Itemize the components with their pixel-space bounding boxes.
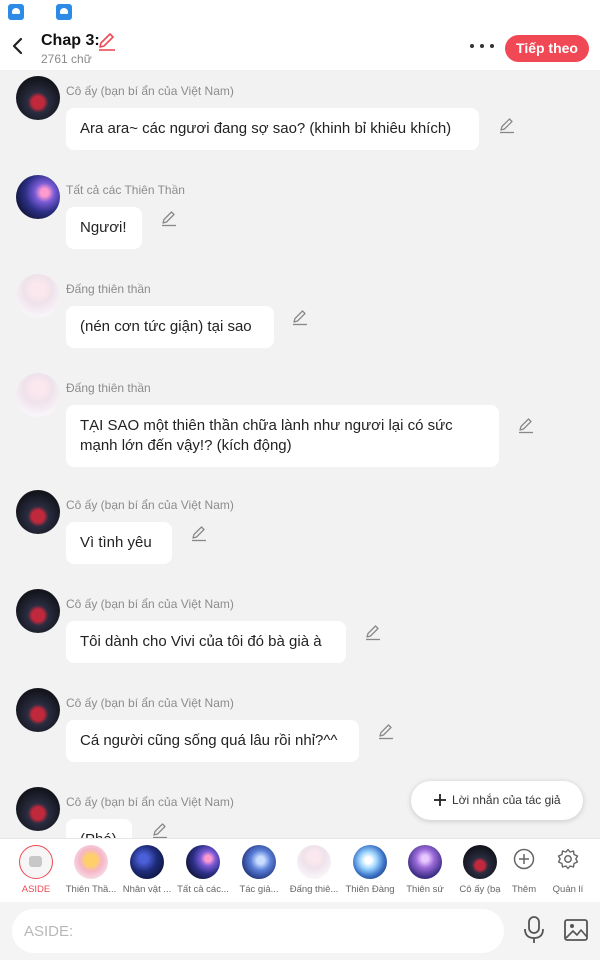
message-bubble[interactable]: TẠI SAO một thiên thần chữa lành như ngư… (66, 405, 499, 467)
status-bar (0, 0, 600, 24)
avatar (186, 845, 220, 879)
character-selector: ASIDE Thiên Thầ... Nhân vật ... Tất cả c… (0, 838, 600, 902)
edit-pencil-icon[interactable] (160, 209, 178, 227)
app-notification-icon (8, 4, 24, 20)
avatar[interactable] (16, 373, 60, 417)
character-label: Tác giả... (239, 884, 279, 895)
edit-pencil-icon[interactable] (364, 623, 382, 641)
character-item[interactable]: Thiên Thầ... (63, 845, 119, 901)
aside-icon (19, 845, 53, 879)
sender-name: Tất cả các Thiên Thần (66, 183, 185, 197)
character-label: Đấng thiê... (289, 884, 339, 895)
avatar (408, 845, 442, 879)
avatar[interactable] (16, 688, 60, 732)
edit-pencil-icon[interactable] (190, 524, 208, 542)
character-aside[interactable]: ASIDE (8, 845, 64, 901)
sender-name: Cô ấy (bạn bí ẩn của Việt Nam) (66, 795, 234, 809)
edit-pencil-icon[interactable] (151, 821, 169, 838)
avatar (242, 845, 276, 879)
character-label: ASIDE (21, 884, 51, 895)
back-arrow-icon[interactable] (8, 34, 28, 58)
avatar[interactable] (16, 175, 60, 219)
manage-characters-button[interactable]: Quản lí (540, 845, 596, 901)
avatar (353, 845, 387, 879)
plus-icon (434, 794, 446, 806)
message-bubble[interactable]: (Phá) (66, 819, 132, 838)
edit-pencil-icon[interactable] (291, 308, 309, 326)
avatar[interactable] (16, 589, 60, 633)
character-item[interactable]: Thiên Đàng (342, 845, 398, 901)
app-notification-icon (56, 4, 72, 20)
avatar (130, 845, 164, 879)
message-bubble[interactable]: Ara ara~ các ngươi đang sợ sao? (khinh b… (66, 108, 479, 150)
character-label: Thiên Đàng (345, 884, 395, 895)
character-item[interactable]: Nhân vật ... (119, 845, 175, 901)
edit-pencil-icon[interactable] (498, 116, 516, 134)
more-options-icon[interactable] (466, 36, 498, 56)
avatar[interactable] (16, 490, 60, 534)
chat-list[interactable]: Cô ấy (bạn bí ẩn của Việt Nam) Ara ara~ … (0, 70, 600, 838)
edit-pencil-icon[interactable] (96, 30, 118, 52)
character-label: Nhân vật ... (122, 884, 172, 895)
character-item[interactable]: Đấng thiê... (286, 845, 342, 901)
character-item[interactable]: Tác giả... (231, 845, 287, 901)
edit-pencil-icon[interactable] (377, 722, 395, 740)
message-bubble[interactable]: Ngươi! (66, 207, 142, 249)
character-label: Thiên sứ (406, 884, 444, 895)
message-input[interactable] (12, 909, 504, 953)
character-label: Tất cả các... (177, 884, 229, 895)
sender-name: Đấng thiên thần (66, 282, 151, 296)
character-item[interactable]: Thiên sứ (397, 845, 453, 901)
message-bubble[interactable]: (nén cơn tức giận) tại sao (66, 306, 274, 348)
avatar[interactable] (16, 76, 60, 120)
sender-name: Cô ấy (bạn bí ẩn của Việt Nam) (66, 498, 234, 512)
add-circle-icon (513, 848, 535, 870)
avatar (297, 845, 331, 879)
top-bar: Chap 3: 2761 chữ Tiếp theo (0, 24, 600, 70)
manage-label: Quản lí (552, 884, 584, 895)
gear-icon (557, 848, 579, 870)
word-count: 2761 chữ (41, 52, 92, 66)
message-bubble[interactable]: Tôi dành cho Vivi của tôi đó bà già à (66, 621, 346, 663)
edit-pencil-icon[interactable] (517, 416, 535, 434)
message-bubble[interactable]: Vì tình yêu (66, 522, 172, 564)
character-label: Thiên Thầ... (65, 884, 117, 895)
avatar (463, 845, 497, 879)
avatar[interactable] (16, 274, 60, 318)
sender-name: Cô ấy (bạn bí ẩn của Việt Nam) (66, 597, 234, 611)
sender-name: Cô ấy (bạn bí ẩn của Việt Nam) (66, 84, 234, 98)
next-chapter-button[interactable]: Tiếp theo (505, 35, 589, 62)
author-note-label: Lời nhắn của tác giả (452, 793, 561, 807)
sender-name: Đấng thiên thần (66, 381, 151, 395)
sender-name: Cô ấy (bạn bí ẩn của Việt Nam) (66, 696, 234, 710)
author-note-button[interactable]: Lời nhắn của tác giả (411, 781, 583, 820)
avatar (74, 845, 108, 879)
message-bubble[interactable]: Cá người cũng sống quá lâu rồi nhỉ?^^ (66, 720, 359, 762)
avatar[interactable] (16, 787, 60, 831)
composer (0, 902, 600, 960)
chapter-title: Chap 3: (41, 32, 100, 49)
character-item[interactable]: Tất cả các... (175, 845, 231, 901)
microphone-icon[interactable] (522, 915, 546, 945)
image-icon[interactable] (563, 917, 589, 943)
